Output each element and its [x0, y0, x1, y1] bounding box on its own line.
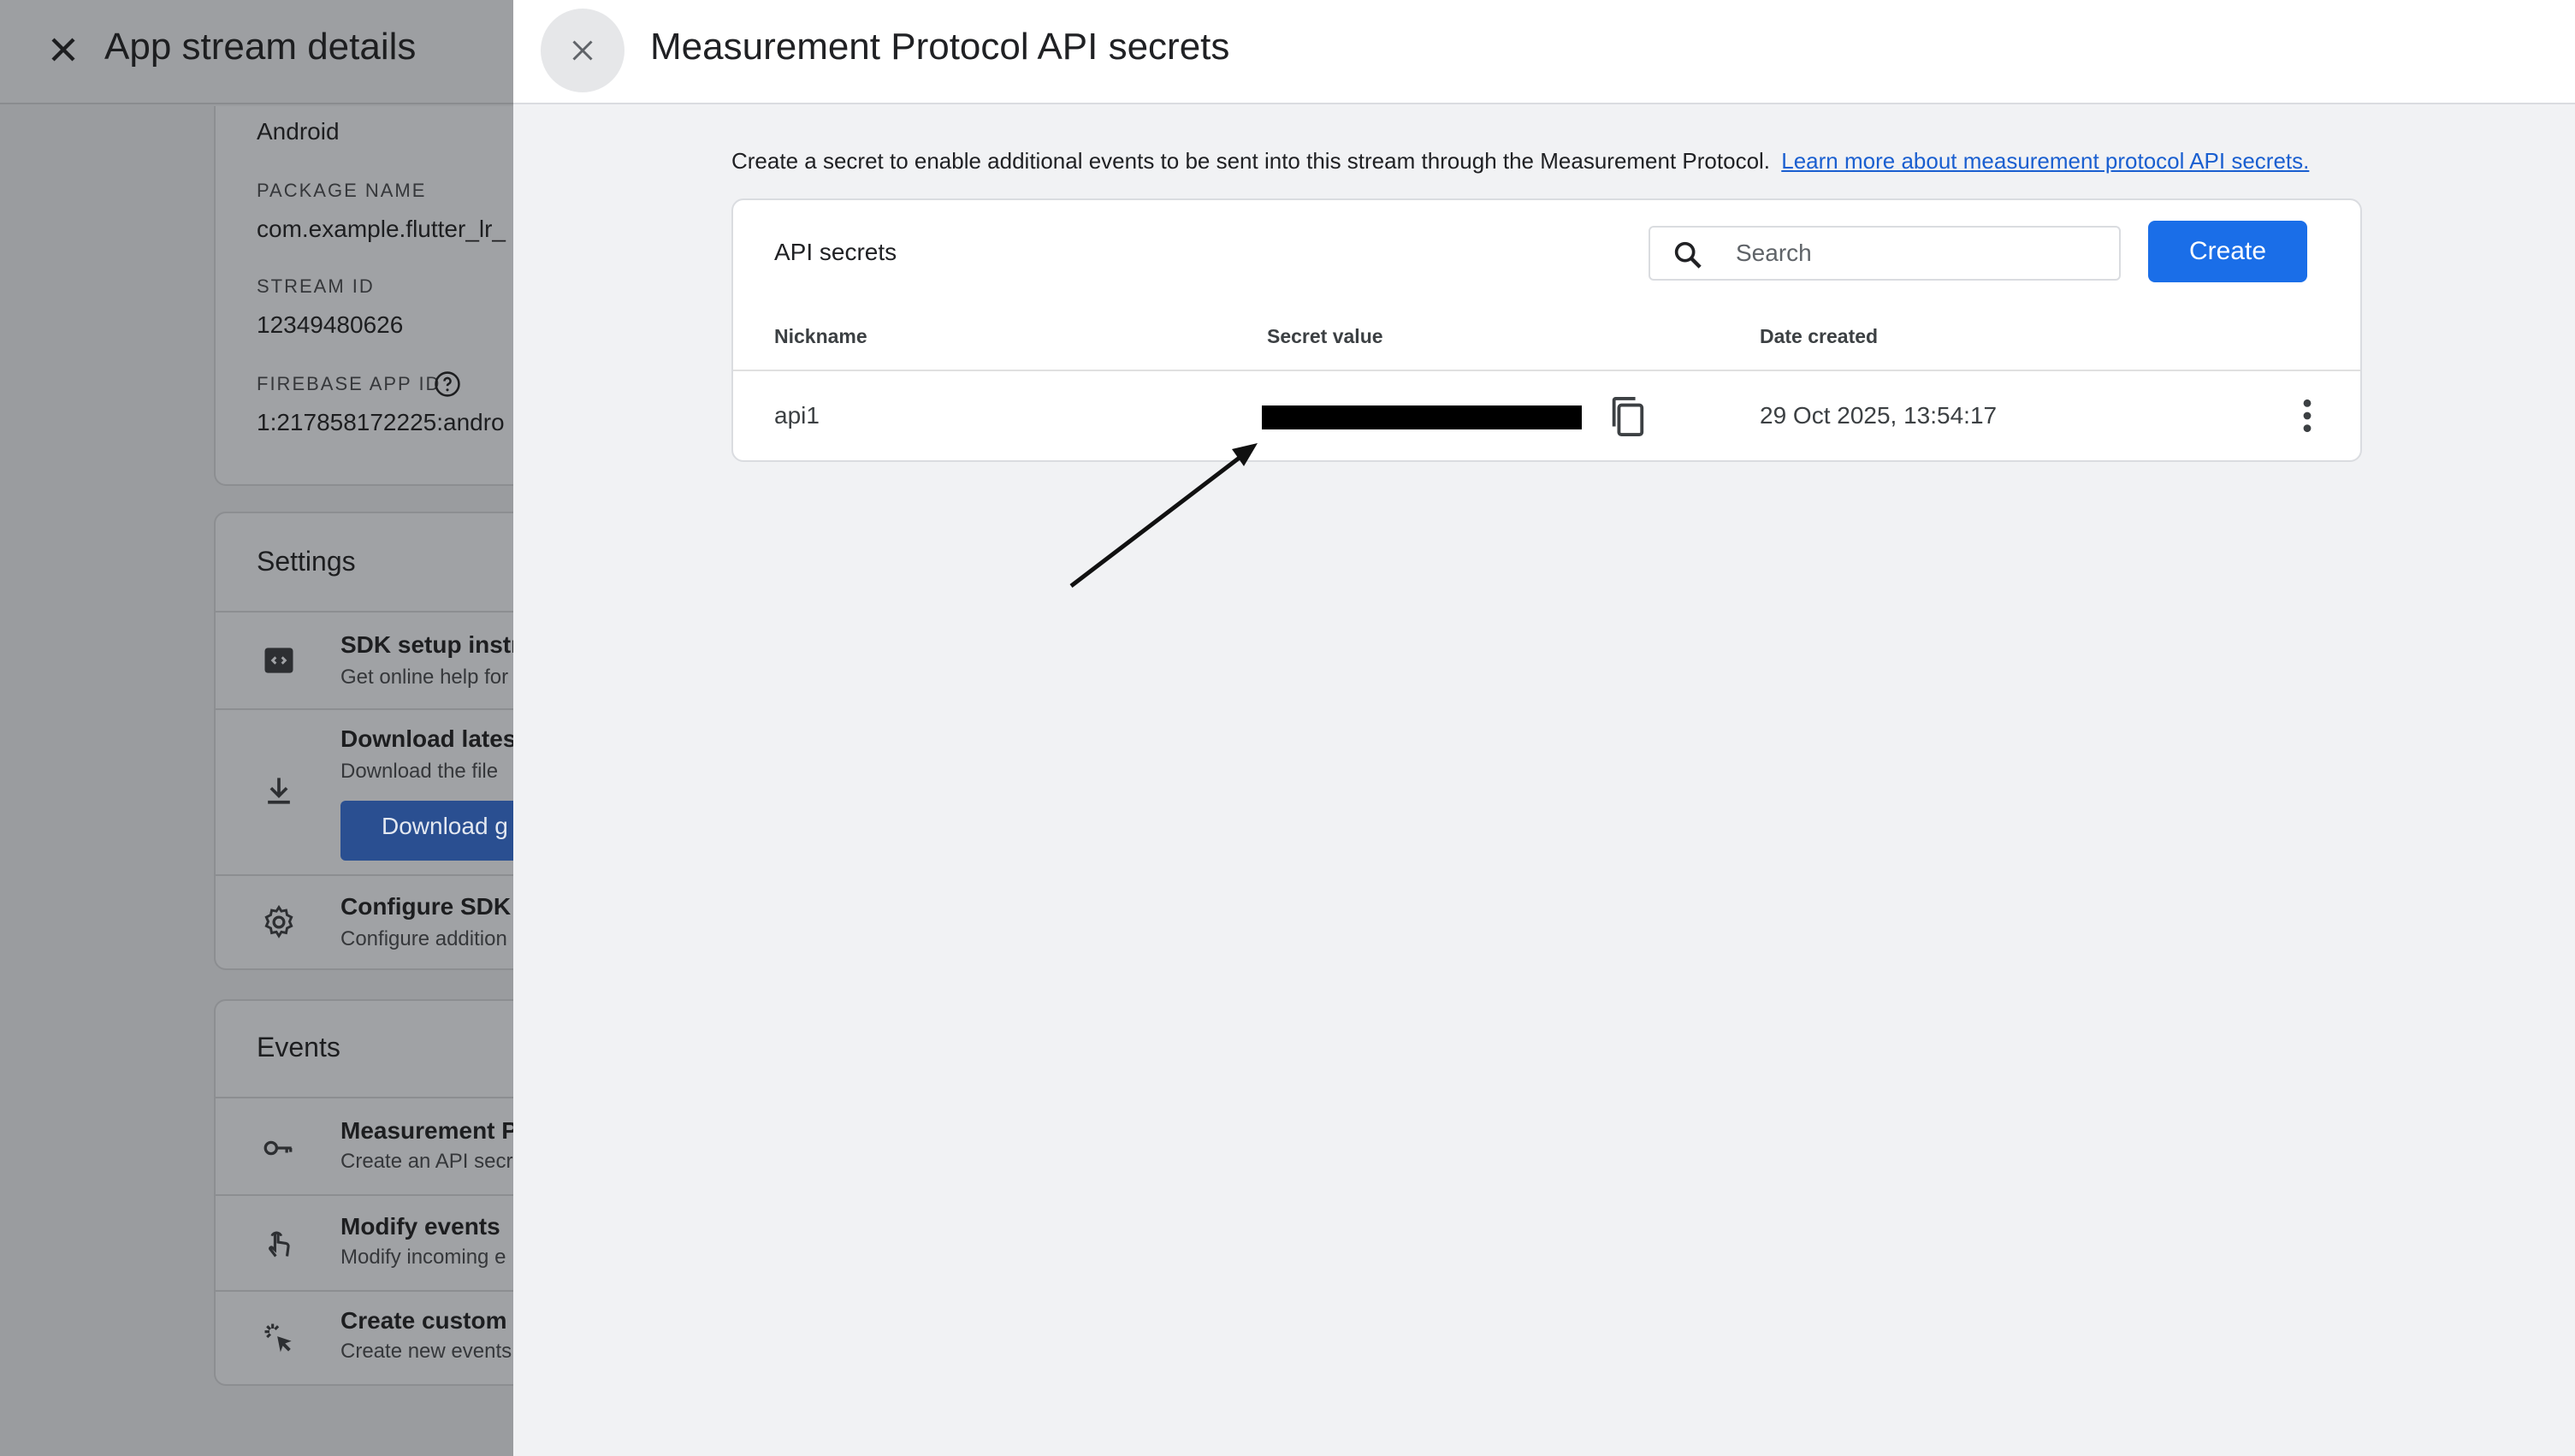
- package-name-value: com.example.flutter_lr_: [257, 216, 506, 242]
- background-title: App stream details: [104, 26, 417, 68]
- stream-details-card: Android PACKAGE NAME com.example.flutter…: [214, 106, 556, 486]
- sparkle-cursor-icon: [264, 1323, 292, 1352]
- create-custom-event-subtitle: Create new events: [340, 1340, 512, 1363]
- download-icon: [268, 778, 290, 804]
- platform-value: Android: [257, 118, 340, 145]
- api-secrets-drawer: Measurement Protocol API secrets Create …: [513, 0, 2575, 1456]
- events-card: Events Measurement P Create an API secr …: [214, 999, 558, 1386]
- sdk-setup-title: SDK setup instr: [340, 631, 521, 658]
- annotation-arrow: [1069, 443, 1258, 588]
- touch-icon: [269, 1231, 290, 1258]
- settings-card: Settings SDK setup instr Get online help…: [214, 512, 597, 970]
- firebase-app-id-label: FIREBASE APP ID: [257, 373, 441, 394]
- sdk-setup-subtitle: Get online help for: [340, 666, 509, 689]
- settings-title: Settings: [257, 546, 356, 577]
- create-custom-event-title: Create custom e: [340, 1307, 527, 1334]
- configure-sdk-title: Configure SDK s: [340, 893, 531, 920]
- package-name-label: PACKAGE NAME: [257, 180, 427, 201]
- stream-id-label: STREAM ID: [257, 275, 375, 297]
- measurement-protocol-title: Measurement P: [340, 1117, 518, 1144]
- key-icon: [263, 1140, 293, 1156]
- download-latest-subtitle: Download the file: [340, 760, 499, 783]
- stream-id-value: 12349480626: [257, 311, 404, 338]
- configure-sdk-subtitle: Configure addition: [340, 927, 507, 950]
- code-icon: [264, 648, 293, 673]
- help-icon[interactable]: [433, 370, 462, 399]
- modify-events-title: Modify events: [340, 1213, 500, 1240]
- events-title: Events: [257, 1032, 340, 1062]
- download-latest-title: Download latest: [340, 725, 524, 752]
- background-header: App stream details: [0, 0, 548, 104]
- modify-events-subtitle: Modify incoming e: [340, 1246, 506, 1269]
- measurement-protocol-subtitle: Create an API secr: [340, 1150, 513, 1173]
- firebase-app-id-value: 1:217858172225:andro: [257, 409, 505, 435]
- close-icon[interactable]: [43, 29, 84, 70]
- gear-icon: [264, 904, 293, 938]
